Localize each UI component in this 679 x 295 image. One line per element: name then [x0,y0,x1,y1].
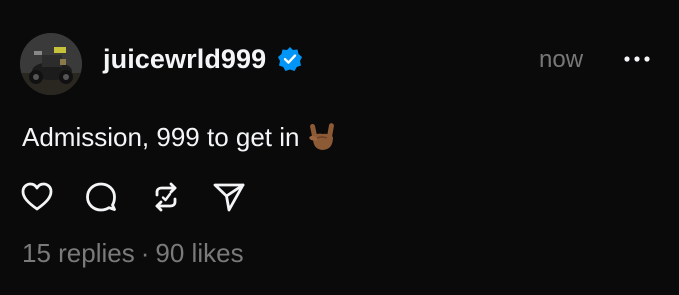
timestamp: now [539,46,584,73]
repost-icon[interactable] [149,180,183,214]
comment-bubble-icon[interactable] [84,180,118,214]
more-dots-icon[interactable] [622,52,652,66]
post-caption: Admission, 999 to get in [22,121,338,153]
caption-text: Admission, 999 to get in [22,121,300,152]
send-icon[interactable] [212,180,246,214]
avatar[interactable] [20,33,82,95]
heart-icon[interactable] [20,180,54,214]
username[interactable]: juicewrld999 [103,44,266,75]
replies-count[interactable]: 15 replies [22,238,135,268]
rock-on-hand-emoji [308,123,334,150]
verified-badge-icon [278,47,302,71]
stats-separator: · [140,238,150,268]
likes-count[interactable]: 90 likes [155,238,243,268]
thread-post: juicewrld999 now Admission, 999 to get i… [0,0,679,295]
avatar-image [20,33,82,95]
engagement-stats: 15 replies · 90 likes [22,238,244,269]
